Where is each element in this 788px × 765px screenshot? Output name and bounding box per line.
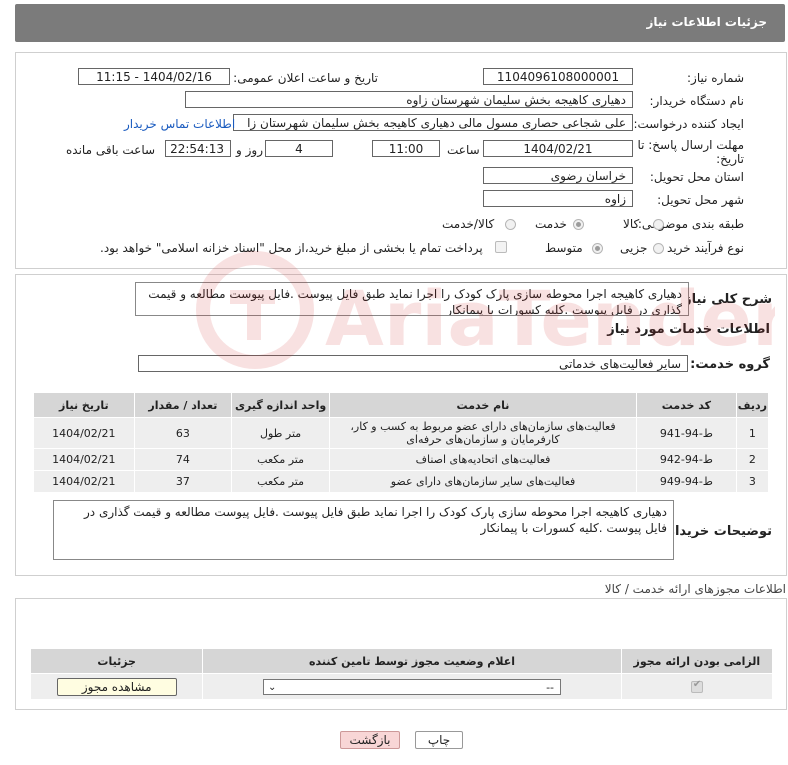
col-unit: واحد اندازه گیری xyxy=(231,392,330,418)
table-row: ✔ -- ⌄ مشاهده مجوز xyxy=(29,673,774,700)
row-index: 2 xyxy=(735,448,770,471)
check-mark-icon: ✔ xyxy=(692,679,702,690)
deadline-label-2: تاریخ: xyxy=(716,152,744,166)
process-minor-radio[interactable] xyxy=(653,243,664,254)
col-name: نام خدمت xyxy=(328,392,638,418)
page-header: جزئیات اطلاعات نیاز xyxy=(15,4,785,42)
row-index: 1 xyxy=(735,417,770,449)
table-row: 2 ط-94-942 فعالیت‌های اتحادیه‌های اصناف … xyxy=(33,448,770,471)
permit-status-cell: -- ⌄ xyxy=(202,673,622,700)
row-date: 1404/02/21 xyxy=(33,417,135,449)
province-field: خراسان رضوی xyxy=(483,167,633,184)
permit-required-checkbox[interactable]: ✔ xyxy=(690,679,703,693)
services-header-row: ردیف کد خدمت نام خدمت واحد اندازه گیری ت… xyxy=(33,392,770,418)
permits-title: اطلاعات مجوزهای ارائه خدمت / کالا xyxy=(604,582,786,596)
buyer-org-label: نام دستگاه خریدار: xyxy=(649,94,745,108)
treasury-note: پرداخت تمام یا بخشی از مبلغ خرید،از محل … xyxy=(100,241,483,255)
row-date: 1404/02/21 xyxy=(33,470,135,493)
row-index: 3 xyxy=(735,470,770,493)
remaining-time-field: 22:54:13 xyxy=(165,140,231,157)
process-medium-label: متوسط xyxy=(545,241,583,255)
service-group-field: سایر فعالیت‌های خدماتی xyxy=(138,355,688,372)
row-code: ط-94-949 xyxy=(636,470,737,493)
category-service-label: خدمت xyxy=(535,217,567,231)
view-permit-button[interactable]: مشاهده مجوز xyxy=(56,677,177,696)
col-permit-status: اعلام وضعیت مجوز توسط تامین کننده xyxy=(202,648,622,674)
row-qty: 74 xyxy=(133,448,233,471)
row-unit: متر طول xyxy=(231,417,330,449)
col-date: تاریخ نیاز xyxy=(33,392,135,418)
row-unit: متر مکعب xyxy=(231,448,330,471)
process-minor-label: جزیی xyxy=(620,241,648,255)
page-title: جزئیات اطلاعات نیاز xyxy=(646,15,767,29)
print-button[interactable]: چاپ xyxy=(415,731,463,749)
creator-field: علی شجاعی حصاری مسول مالی دهیاری کاهیجه … xyxy=(233,114,633,131)
days-field: 4 xyxy=(265,140,333,157)
announce-date-field: 1404/02/16 - 11:15 xyxy=(78,68,230,85)
description-textarea[interactable]: دهیاری کاهیجه اجرا محوطه سازی پارک کودک … xyxy=(135,282,689,316)
col-qty: تعداد / مقدار xyxy=(133,392,233,418)
table-row: 1 ط-94-941 فعالیت‌های سازمان‌های دارای ع… xyxy=(33,417,770,449)
remaining-label: ساعت باقی مانده xyxy=(66,143,156,157)
province-label: استان محل تحویل: xyxy=(649,170,744,184)
days-label: روز و xyxy=(236,143,263,157)
buyer-notes-label: توضیحات خریدار: xyxy=(662,524,772,539)
deadline-time-label: ساعت xyxy=(447,143,480,157)
row-service-name: فعالیت‌های سایر سازمان‌های دارای عضو xyxy=(328,470,638,493)
announce-date-label: تاریخ و ساعت اعلان عمومی: xyxy=(233,71,378,85)
city-label: شهر محل تحویل: xyxy=(657,193,744,207)
back-button[interactable]: بازگشت xyxy=(340,731,400,749)
col-permit-required: الزامی بودن ارائه مجوز xyxy=(620,648,774,674)
category-goods-service-radio[interactable] xyxy=(505,219,516,230)
deadline-label-1: مهلت ارسال پاسخ: تا xyxy=(637,138,744,152)
permits-header-row: الزامی بودن ارائه مجوز اعلام وضعیت مجوز … xyxy=(29,648,774,674)
row-unit: متر مکعب xyxy=(231,470,330,493)
category-goods-radio[interactable] xyxy=(653,219,664,230)
creator-label: ایجاد کننده درخواست: xyxy=(633,117,744,131)
chevron-down-icon: ⌄ xyxy=(268,681,277,693)
service-group-label: گروه خدمت: xyxy=(690,357,770,372)
need-number-label: شماره نیاز: xyxy=(687,71,744,85)
col-permit-details: جزئیات xyxy=(29,648,204,674)
row-qty: 37 xyxy=(133,470,233,493)
deadline-date-field: 1404/02/21 xyxy=(483,140,633,157)
treasury-checkbox[interactable] xyxy=(495,241,507,253)
process-label: نوع فرآیند خرید : xyxy=(659,241,744,255)
category-goods-service-label: کالا/خدمت xyxy=(442,217,495,231)
need-number-field: 1104096108000001 xyxy=(483,68,633,85)
row-qty: 63 xyxy=(133,417,233,449)
col-index: ردیف xyxy=(735,392,770,418)
city-field: زاوه xyxy=(483,190,633,207)
services-title: اطلاعات خدمات مورد نیاز xyxy=(607,322,770,337)
buyer-org-field: دهیاری کاهیجه بخش سلیمان شهرستان زاوه xyxy=(185,91,633,108)
permit-status-value: -- xyxy=(546,680,555,694)
permit-status-select[interactable]: -- ⌄ xyxy=(263,678,562,695)
permit-details-cell: مشاهده مجوز xyxy=(29,673,204,700)
permit-required-cell: ✔ xyxy=(620,673,774,700)
table-row: 3 ط-94-949 فعالیت‌های سایر سازمان‌های دا… xyxy=(33,470,770,493)
services-table: ردیف کد خدمت نام خدمت واحد اندازه گیری ت… xyxy=(33,392,770,493)
row-date: 1404/02/21 xyxy=(33,448,135,471)
description-label: شرح کلی نیاز: xyxy=(678,292,772,307)
process-medium-radio[interactable] xyxy=(592,243,603,254)
permits-table: الزامی بودن ارائه مجوز اعلام وضعیت مجوز … xyxy=(29,648,774,700)
buyer-contact-link[interactable]: اطلاعات تماس خریدار xyxy=(124,117,235,131)
category-service-radio[interactable] xyxy=(573,219,584,230)
row-service-name: فعالیت‌های سازمان‌های دارای عضو مربوط به… xyxy=(328,417,638,449)
row-service-name: فعالیت‌های اتحادیه‌های اصناف xyxy=(328,448,638,471)
deadline-time-field: 11:00 xyxy=(372,140,440,157)
row-code: ط-94-941 xyxy=(636,417,737,449)
buyer-notes-textarea[interactable]: دهیاری کاهیجه اجرا محوطه سازی پارک کودک … xyxy=(53,500,674,560)
col-code: کد خدمت xyxy=(636,392,737,418)
category-goods-label: کالا xyxy=(623,217,640,231)
row-code: ط-94-942 xyxy=(636,448,737,471)
